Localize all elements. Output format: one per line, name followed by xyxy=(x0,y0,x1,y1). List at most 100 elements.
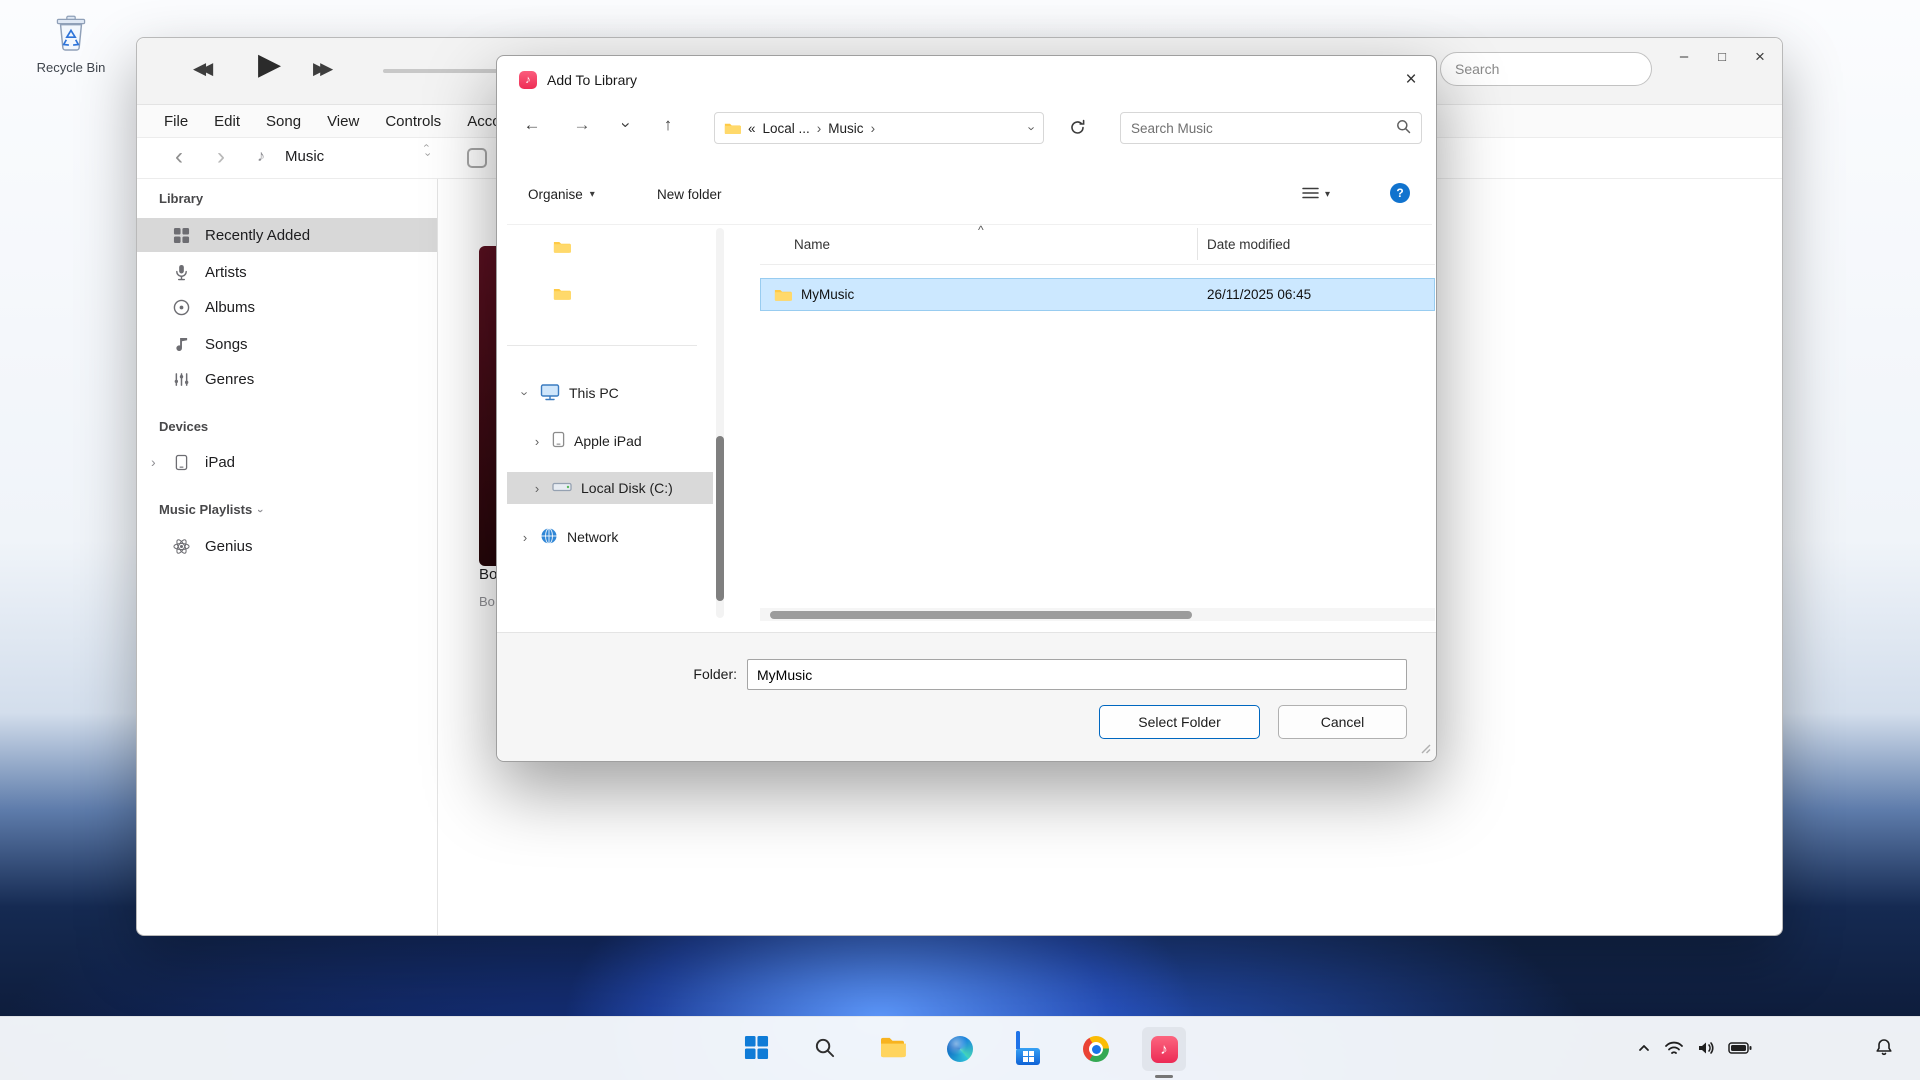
tree-item-local-disk-c[interactable]: › Local Disk (C:) xyxy=(507,472,713,504)
sidebar-item-label: Genius xyxy=(205,538,253,555)
sidebar-item-ipad[interactable]: › iPad xyxy=(137,445,437,479)
taskbar-search-button[interactable] xyxy=(802,1027,846,1071)
tree-item-this-pc[interactable]: › This PC xyxy=(507,377,713,409)
tree-item-apple-ipad[interactable]: › Apple iPad xyxy=(507,425,713,457)
help-button[interactable]: ? xyxy=(1390,183,1410,203)
play-button[interactable]: ▶ xyxy=(258,47,281,82)
tree-item-label: This PC xyxy=(569,385,619,401)
file-name: MyMusic xyxy=(801,287,854,302)
volume-icon[interactable] xyxy=(1696,1040,1716,1059)
menu-file[interactable]: File xyxy=(164,113,188,130)
chevron-right-icon[interactable]: › xyxy=(531,434,543,449)
sidebar-item-songs[interactable]: Songs xyxy=(137,327,437,361)
column-header-date-modified[interactable]: Date modified xyxy=(1207,237,1290,252)
address-breadcrumb-bar[interactable]: « Local ... › Music › › xyxy=(714,112,1044,144)
notification-bell-icon[interactable] xyxy=(1874,1037,1894,1060)
menu-controls[interactable]: Controls xyxy=(385,113,441,130)
dialog-close-button[interactable]: × xyxy=(1398,68,1424,92)
file-explorer-button[interactable] xyxy=(870,1027,914,1071)
view-options-button[interactable]: ▾ xyxy=(1302,186,1330,203)
maximize-button[interactable]: □ xyxy=(1707,44,1737,70)
address-dropdown-icon[interactable]: › xyxy=(1024,126,1039,130)
library-selector[interactable]: Music xyxy=(285,148,324,165)
music-app-button[interactable]: ♪ xyxy=(1142,1027,1186,1071)
sidebar-item-recently-added[interactable]: Recently Added xyxy=(137,218,437,252)
chevron-up-icon: › xyxy=(422,144,431,148)
file-explorer-icon xyxy=(879,1036,906,1062)
ipad-icon xyxy=(171,454,191,471)
edge-button[interactable] xyxy=(938,1027,982,1071)
sidebar-playlists-header: Music Playlists› xyxy=(159,502,262,517)
nav-recent-dropdown-button[interactable]: › xyxy=(613,115,639,135)
album-subtitle: Bo xyxy=(479,594,495,609)
chevron-right-icon[interactable]: › xyxy=(519,530,531,545)
recycle-bin-icon xyxy=(48,43,94,59)
song-note-icon xyxy=(171,336,191,353)
tray-chevron-up-icon[interactable] xyxy=(1636,1041,1652,1058)
tree-item-network[interactable]: › Network xyxy=(507,521,713,553)
view-toggle-icon[interactable] xyxy=(467,148,487,168)
microsoft-store-icon xyxy=(1016,1033,1040,1065)
nav-back-button[interactable]: ← xyxy=(519,115,545,135)
folder-field-label: Folder: xyxy=(647,666,737,682)
album-artwork[interactable] xyxy=(479,246,497,566)
rewind-button[interactable]: ◀◀ xyxy=(193,59,207,79)
windows-logo-icon xyxy=(744,1035,769,1063)
search-input[interactable] xyxy=(1440,52,1652,86)
sidebar-item-genius[interactable]: Genius xyxy=(137,529,437,563)
tree-item-label: Network xyxy=(567,529,618,545)
column-separator[interactable] xyxy=(1197,228,1198,260)
microsoft-store-button[interactable] xyxy=(1006,1027,1050,1071)
history-back-button[interactable]: ‹ xyxy=(175,143,183,171)
recycle-bin-shortcut[interactable]: Recycle Bin xyxy=(28,10,114,75)
search-magnifier-icon[interactable] xyxy=(1396,119,1411,137)
nav-up-button[interactable]: ↑ xyxy=(655,115,681,135)
dialog-search-box[interactable] xyxy=(1120,112,1422,144)
new-folder-button[interactable]: New folder xyxy=(657,187,722,202)
organise-menu-button[interactable]: Organise ▾ xyxy=(528,187,595,202)
file-row-mymusic[interactable]: MyMusic 26/11/2025 06:45 xyxy=(760,278,1435,311)
cancel-button[interactable]: Cancel xyxy=(1278,705,1407,739)
start-button[interactable] xyxy=(734,1027,778,1071)
playlists-header-label: Music Playlists xyxy=(159,502,252,517)
refresh-icon[interactable] xyxy=(1069,119,1086,139)
menu-view[interactable]: View xyxy=(327,113,359,130)
sidebar-item-artists[interactable]: Artists xyxy=(137,255,437,289)
tree-scrollbar-thumb[interactable] xyxy=(716,436,724,601)
resize-grip[interactable] xyxy=(1420,741,1431,757)
recycle-bin-label: Recycle Bin xyxy=(28,60,114,75)
system-tray xyxy=(1636,1031,1752,1067)
column-header-underline xyxy=(760,264,1435,265)
expander-chevron-icon[interactable]: › xyxy=(151,454,156,470)
library-selector-stepper[interactable]: › › xyxy=(425,141,429,159)
chevron-down-icon[interactable]: › xyxy=(518,387,533,399)
ipad-icon xyxy=(552,431,565,451)
menu-song[interactable]: Song xyxy=(266,113,301,130)
close-button[interactable]: × xyxy=(1745,44,1775,70)
breadcrumb-overflow[interactable]: « xyxy=(748,121,756,136)
select-folder-button[interactable]: Select Folder xyxy=(1099,705,1260,739)
dialog-search-input[interactable] xyxy=(1131,121,1396,136)
sidebar-item-albums[interactable]: Albums xyxy=(137,290,437,324)
breadcrumb-item[interactable]: Local ... xyxy=(763,121,810,136)
horizontal-scrollbar-thumb[interactable] xyxy=(770,611,1192,619)
fast-forward-button[interactable]: ▶▶ xyxy=(313,59,327,79)
tree-folder-icon[interactable] xyxy=(553,286,571,304)
folder-name-input[interactable] xyxy=(747,659,1407,690)
menu-edit[interactable]: Edit xyxy=(214,113,240,130)
list-view-icon xyxy=(1302,186,1319,203)
chrome-button[interactable] xyxy=(1074,1027,1118,1071)
breadcrumb-item[interactable]: Music xyxy=(828,121,863,136)
sidebar-item-genres[interactable]: Genres xyxy=(137,362,437,396)
chevron-right-icon[interactable]: › xyxy=(531,481,543,496)
column-header-name[interactable]: Name xyxy=(794,237,830,252)
minimize-button[interactable]: – xyxy=(1669,44,1699,70)
chevron-down-icon[interactable]: › xyxy=(254,509,266,513)
nav-forward-button[interactable]: → xyxy=(569,115,595,135)
history-forward-button[interactable]: › xyxy=(217,143,225,171)
battery-icon[interactable] xyxy=(1728,1041,1752,1058)
wifi-icon[interactable] xyxy=(1664,1040,1684,1059)
network-globe-icon xyxy=(540,527,558,548)
tree-folder-icon[interactable] xyxy=(553,239,571,257)
sidebar-item-label: Artists xyxy=(205,264,247,281)
